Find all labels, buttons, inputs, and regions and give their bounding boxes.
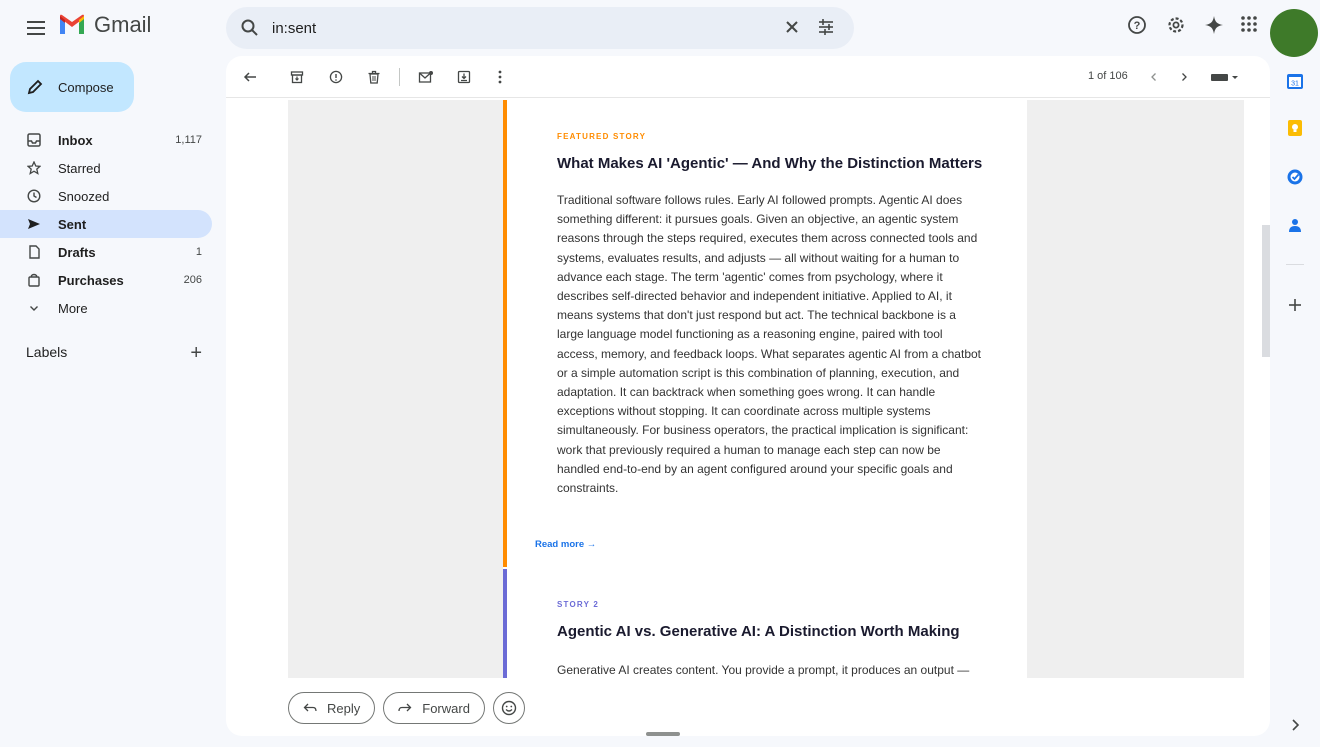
sidebar-item-purchases[interactable]: Purchases 206 — [0, 266, 212, 294]
sidebar-item-sent[interactable]: Sent — [0, 210, 212, 238]
bag-icon — [24, 273, 44, 287]
sidebar-item-label: Drafts — [58, 244, 96, 260]
sidebar-item-inbox[interactable]: Inbox 1,117 — [0, 126, 212, 154]
chevron-right-icon[interactable] — [1174, 67, 1194, 87]
top-bar: Gmail ? — [0, 0, 1320, 57]
calendar-icon[interactable]: 31 — [1286, 72, 1304, 90]
featured-story: FEATURED STORY What Makes AI 'Agentic' —… — [503, 100, 1027, 567]
input-tools-keyboard-icon[interactable] — [1208, 67, 1242, 87]
send-icon — [24, 217, 44, 231]
inbox-icon — [24, 133, 44, 147]
pagination-text: 1 of 106 — [1088, 70, 1128, 82]
sidebar-item-label: Starred — [58, 160, 101, 176]
story-title: What Makes AI 'Agentic' — And Why the Di… — [557, 155, 983, 172]
star-icon — [24, 161, 44, 175]
pencil-icon — [27, 79, 43, 95]
sidebar-item-starred[interactable]: Starred — [0, 154, 212, 182]
move-to-icon[interactable] — [454, 67, 474, 87]
resize-handle[interactable] — [646, 732, 680, 736]
expand-panel-chevron-icon[interactable] — [1286, 716, 1304, 734]
reply-arrow-icon — [303, 702, 317, 714]
read-more-link[interactable]: Read more → — [535, 539, 596, 550]
clock-icon — [24, 189, 44, 203]
main-menu-button[interactable] — [22, 14, 50, 42]
message-actions: Reply Forward — [288, 692, 525, 726]
story-kicker: FEATURED STORY — [557, 132, 647, 141]
forward-arrow-icon — [398, 702, 412, 714]
search-icon[interactable] — [240, 18, 260, 38]
sidebar-item-label: Inbox — [58, 132, 93, 148]
smiley-icon — [501, 700, 517, 716]
story-body: Generative AI creates content. You provi… — [557, 663, 970, 677]
story-accent-bar — [503, 100, 507, 567]
story-kicker: STORY 2 — [557, 600, 600, 609]
help-icon[interactable]: ? — [1126, 14, 1148, 36]
scrollbar-thumb[interactable] — [1262, 225, 1270, 357]
story-title: Agentic AI vs. Generative AI: A Distinct… — [557, 623, 960, 640]
rail-divider — [1286, 264, 1304, 265]
mark-unread-icon[interactable] — [416, 67, 436, 87]
sidebar-item-label: Snoozed — [58, 188, 110, 204]
forward-button[interactable]: Forward — [383, 692, 485, 724]
settings-gear-icon[interactable] — [1165, 14, 1187, 36]
message-toolbar: 1 of 106 — [226, 56, 1270, 98]
chevron-down-icon — [24, 302, 44, 314]
sidebar-item-label: Sent — [58, 216, 87, 232]
draft-count: 1 — [195, 246, 202, 258]
reply-button[interactable]: Reply — [288, 692, 376, 724]
search-options-icon[interactable] — [816, 17, 836, 37]
forward-label: Forward — [422, 700, 470, 716]
delete-trash-icon[interactable] — [364, 67, 384, 87]
sidebar-item-more[interactable]: More — [0, 294, 212, 322]
message-view: 1 of 106 FEATURED STORY What Makes AI 'A… — [226, 56, 1270, 736]
app-name: Gmail — [94, 12, 152, 37]
chevron-left-icon[interactable] — [1144, 67, 1164, 87]
story-body: Traditional software follows rules. Earl… — [557, 193, 981, 496]
emoji-reaction-button[interactable] — [492, 692, 525, 724]
compose-button[interactable]: Compose — [10, 62, 134, 112]
labels-heading: Labels — [26, 344, 68, 360]
tasks-icon[interactable] — [1286, 168, 1304, 186]
labels-section: Labels + — [26, 342, 206, 364]
svg-text:?: ? — [1134, 20, 1141, 32]
newsletter-content: FEATURED STORY What Makes AI 'Agentic' —… — [503, 100, 1027, 678]
sidebar-item-label: More — [58, 300, 88, 316]
compose-label: Compose — [58, 79, 114, 95]
back-arrow-icon[interactable] — [240, 67, 260, 87]
reply-label: Reply — [327, 700, 361, 716]
sidebar-item-drafts[interactable]: Drafts 1 — [0, 238, 212, 266]
sidebar-nav: Inbox 1,117 Starred Snoozed Sent Drafts … — [0, 126, 212, 322]
svg-text:31: 31 — [1291, 81, 1299, 88]
contacts-icon[interactable] — [1286, 216, 1304, 234]
close-icon[interactable] — [782, 17, 802, 37]
email-body: FEATURED STORY What Makes AI 'Agentic' —… — [288, 100, 1244, 678]
file-icon — [24, 245, 44, 259]
add-addon-plus-icon[interactable] — [1286, 296, 1304, 314]
toolbar-divider — [399, 68, 400, 86]
account-avatar[interactable] — [1270, 9, 1318, 57]
gmail-logo[interactable]: Gmail — [58, 12, 151, 38]
gmail-m-icon — [60, 14, 84, 34]
hamburger-icon — [27, 21, 45, 35]
search-bar[interactable] — [226, 7, 854, 49]
more-vert-icon[interactable] — [490, 67, 510, 87]
sidebar-item-label: Purchases — [58, 272, 124, 288]
apps-grid-icon[interactable] — [1239, 14, 1259, 34]
report-spam-icon[interactable] — [326, 67, 346, 87]
unread-count: 1,117 — [175, 134, 202, 146]
story-2: STORY 2 Agentic AI vs. Generative AI: A … — [503, 569, 1027, 678]
side-panel-rail: 31 — [1280, 56, 1310, 746]
keep-notes-icon[interactable] — [1286, 119, 1304, 137]
unread-count: 206 — [183, 274, 202, 286]
gemini-sparkle-icon[interactable] — [1203, 14, 1225, 36]
archive-icon[interactable] — [287, 67, 307, 87]
add-label-plus-icon[interactable]: + — [190, 342, 202, 365]
sidebar-item-snoozed[interactable]: Snoozed — [0, 182, 212, 210]
story-accent-bar — [503, 569, 507, 678]
search-input[interactable] — [272, 15, 752, 41]
